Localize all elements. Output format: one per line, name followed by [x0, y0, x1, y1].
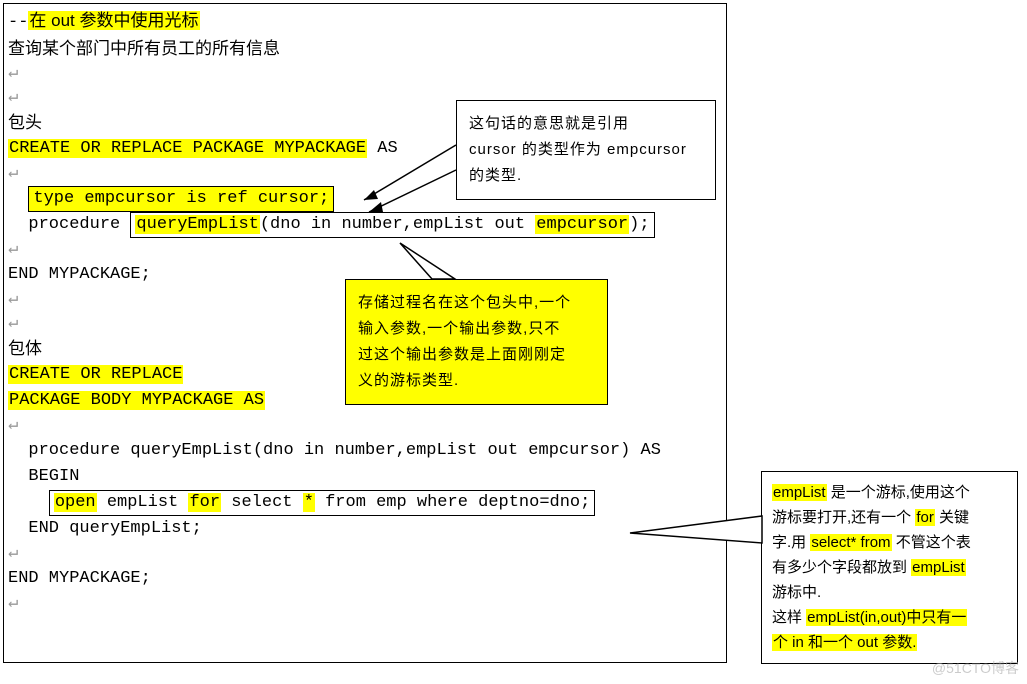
- open-for-box: open empList for select * from emp where…: [49, 490, 596, 516]
- callout-cursor-type: 这句话的意思就是引用 cursor 的类型作为 empcursor 的类型.: [456, 100, 716, 200]
- blank-line: ↵: [4, 414, 726, 438]
- code-line: procedure queryEmpList(dno in number,emp…: [4, 438, 726, 464]
- code-line: BEGIN: [4, 464, 726, 490]
- code-line: procedure queryEmpList(dno in number,emp…: [4, 212, 726, 238]
- code-line: END MYPACKAGE;: [4, 566, 726, 592]
- blank-line: ↵: [4, 592, 726, 616]
- blank-line: ↵: [4, 238, 726, 262]
- blank-line: ↵: [4, 62, 726, 86]
- callout-proc-desc: 存储过程名在这个包头中,一个 输入参数,一个输出参数,只不 过这个输出参数是上面…: [345, 279, 608, 405]
- code-line: open empList for select * from emp where…: [4, 490, 726, 516]
- package-header-hl: CREATE OR REPLACE PACKAGE MYPACKAGE: [8, 139, 367, 158]
- callout-emplist: empList 是一个游标,使用这个 游标要打开,还有一个 for 关键 字.用…: [761, 471, 1018, 664]
- watermark: @51CTO博客: [932, 658, 1019, 678]
- type-def-box: type empcursor is ref cursor;: [28, 186, 334, 212]
- comment-hl: 在 out 参数中使用光标: [28, 11, 199, 30]
- code-line: END queryEmpList;: [4, 516, 726, 542]
- code-line: --在 out 参数中使用光标: [4, 8, 726, 36]
- code-line: 查询某个部门中所有员工的所有信息: [4, 36, 726, 62]
- proc-name-box: queryEmpList(dno in number,empList out e…: [130, 212, 654, 238]
- blank-line: ↵: [4, 542, 726, 566]
